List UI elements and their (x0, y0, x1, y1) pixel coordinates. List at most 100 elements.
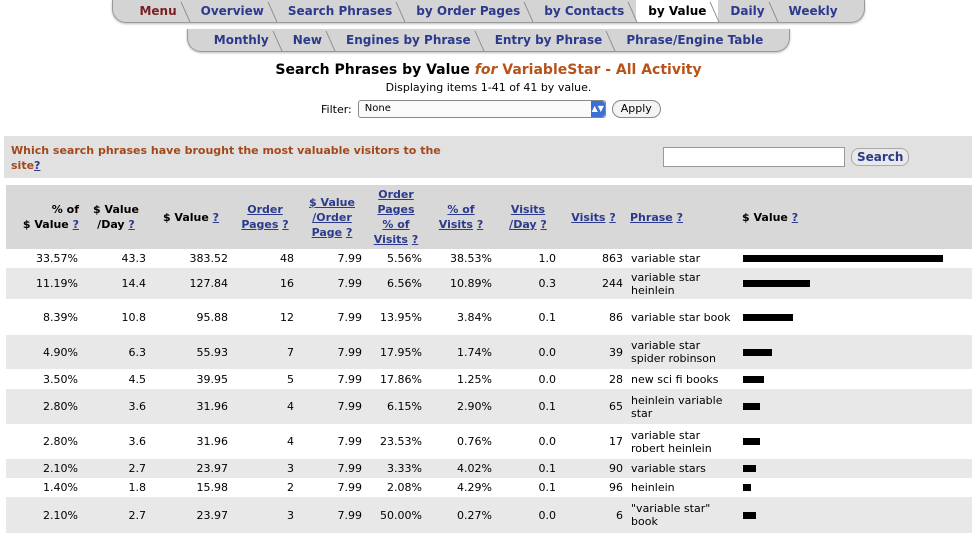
cell-order-pct: 6.15% (366, 389, 426, 424)
cell-pct-visits: 1.25% (426, 369, 496, 389)
cell-order-pages: 7 (232, 335, 298, 369)
tab1-by-contacts[interactable]: by Contacts (532, 0, 636, 22)
cell-order-pages: 3 (232, 459, 298, 478)
header-value[interactable]: $ Value ? (150, 185, 232, 249)
cell-pct-value: 2.10% (6, 497, 82, 533)
header-help-link[interactable]: ? (346, 226, 352, 239)
table-row: 2.10% 2.7 23.97 3 7.99 50.00% 0.27% 0.0 6 "variab… (6, 497, 972, 533)
value-bar (743, 313, 793, 321)
header-help-link[interactable]: ? (282, 218, 288, 231)
cell-visits-day: 0.0 (496, 369, 560, 389)
header-text: $ Value (93, 203, 139, 216)
title-for: for (474, 62, 498, 78)
header-visits-day[interactable]: Visits/Day ? (496, 185, 560, 249)
table-row: 1.40% 1.8 15.98 2 7.99 2.08% 4.29% 0.1 96 heinlei… (6, 478, 972, 497)
table-body: 33.57% 43.3 383.52 48 7.99 5.56% 38.53% 1.0 863 v… (6, 249, 972, 533)
cell-value-day: 4.5 (82, 369, 150, 389)
header-help-link[interactable]: ? (792, 211, 798, 224)
header-text: Visits (571, 210, 606, 224)
header-pct-visits[interactable]: % of Visits ? (426, 185, 496, 249)
cell-value-day: 2.7 (82, 459, 150, 478)
header-pct-value[interactable]: % of $ Value ? (6, 185, 82, 249)
primary-tabbar: Menu Overview Search Phrases by Order Pages… (112, 0, 865, 23)
header-value-order-page[interactable]: $ Value/Order Page ? (298, 185, 366, 249)
cell-value-order: 7.99 (298, 369, 366, 389)
cell-pct-value: 2.80% (6, 424, 82, 459)
cell-order-pct: 17.86% (366, 369, 426, 389)
cell-order-pct: 6.56% (366, 268, 426, 299)
header-help-link[interactable]: ? (73, 218, 79, 231)
cell-pct-visits: 0.76% (426, 424, 496, 459)
header-help-link[interactable]: ? (609, 211, 615, 224)
header-visits[interactable]: Visits ? (560, 185, 627, 249)
cell-value-bar (739, 424, 972, 459)
cell-visits: 39 (560, 335, 627, 369)
cell-value-order: 7.99 (298, 389, 366, 424)
cell-value-day: 14.4 (82, 268, 150, 299)
cell-value-order: 7.99 (298, 268, 366, 299)
cell-order-pct: 50.00% (366, 497, 426, 533)
search-input[interactable] (663, 147, 845, 167)
apply-button[interactable]: Apply (611, 100, 661, 118)
header-order-pages[interactable]: Order Pages ? (232, 185, 298, 249)
header-phrase[interactable]: Phrase ? (627, 185, 739, 249)
tab1-overview[interactable]: Overview (189, 0, 276, 22)
tab1-menu[interactable]: Menu (127, 0, 188, 22)
cell-value: 55.93 (150, 335, 232, 369)
cell-value-order: 7.99 (298, 459, 366, 478)
header-value-day[interactable]: $ Value/Day ? (82, 185, 150, 249)
header-value-bar[interactable]: $ Value ? (739, 185, 972, 249)
table-row: 2.80% 3.6 31.96 4 7.99 23.53% 0.76% 0.0 17 variab… (6, 424, 972, 459)
value-bar (743, 403, 760, 410)
header-order-pages-pct[interactable]: Order Pages % of Visits ? (366, 185, 426, 249)
cell-value-day: 43.3 (82, 249, 150, 268)
header-help-link[interactable]: ? (477, 218, 483, 231)
value-bar (743, 348, 772, 356)
cell-order-pages: 5 (232, 369, 298, 389)
tab2-phrase-engine-table[interactable]: Phrase/Engine Table (614, 29, 775, 51)
cell-value-bar (739, 369, 972, 389)
tab1-by-value[interactable]: by Value (636, 0, 719, 22)
header-text: Pages (377, 203, 415, 216)
filter-bar: Filter: None ▲▼ Apply (321, 100, 661, 118)
secondary-tabbar: Monthly New Engines by Phrase Entry by Phra… (186, 29, 791, 52)
tab1-search-phrases[interactable]: Search Phrases (276, 0, 404, 22)
header-text: Order (247, 203, 283, 216)
cell-phrase: variable stars (627, 459, 739, 478)
tab1-by-order-pages[interactable]: by Order Pages (404, 0, 532, 22)
tab2-engines-by-phrase[interactable]: Engines by Phrase (334, 29, 483, 51)
tab1-weekly[interactable]: Weekly (777, 0, 850, 22)
table-header-row: % of $ Value ? $ Value/Day ? $ Value ? Order… (6, 185, 972, 249)
cell-value-order: 7.99 (298, 478, 366, 497)
header-text: Visits (373, 233, 408, 246)
search-button[interactable]: Search (851, 148, 910, 166)
value-table: % of $ Value ? $ Value/Day ? $ Value ? Order… (6, 185, 972, 533)
header-text: Visits (510, 203, 546, 216)
value-bar (743, 484, 751, 491)
cell-phrase: heinlein (627, 478, 739, 497)
header-help-link[interactable]: ? (677, 211, 683, 224)
cell-visits-day: 0.0 (496, 497, 560, 533)
cell-value: 383.52 (150, 249, 232, 268)
header-help-link[interactable]: ? (128, 218, 134, 231)
tab2-entry-by-phrase[interactable]: Entry by Phrase (483, 29, 615, 51)
cell-value: 39.95 (150, 369, 232, 389)
header-help-link[interactable]: ? (412, 233, 418, 246)
cell-phrase: heinlein variable star (627, 389, 739, 424)
tab1-daily[interactable]: Daily (718, 0, 776, 22)
cell-value-day: 3.6 (82, 424, 150, 459)
cell-pct-visits: 1.74% (426, 335, 496, 369)
cell-phrase: variable star (627, 249, 739, 268)
question-help-link[interactable]: ? (34, 159, 40, 172)
cell-order-pct: 13.95% (366, 299, 426, 335)
cell-pct-value: 3.50% (6, 369, 82, 389)
cell-visits-day: 0.0 (496, 424, 560, 459)
header-help-link[interactable]: ? (540, 218, 546, 231)
cell-value-day: 10.8 (82, 299, 150, 335)
value-bar (743, 465, 756, 472)
tab2-monthly[interactable]: Monthly (202, 29, 281, 51)
cell-value-bar (739, 299, 972, 335)
header-help-link[interactable]: ? (213, 211, 219, 224)
header-text: % of (51, 203, 79, 216)
filter-select[interactable]: None ▲▼ (357, 100, 606, 118)
